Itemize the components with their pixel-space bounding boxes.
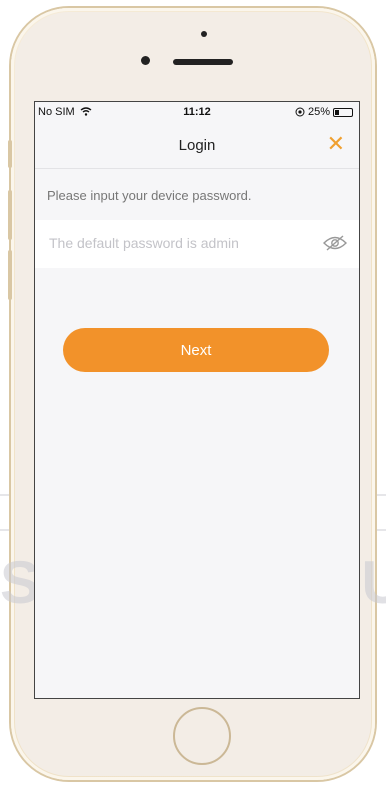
- battery-area: 25%: [295, 106, 353, 118]
- home-button[interactable]: [173, 707, 231, 765]
- mute-switch: [8, 140, 12, 168]
- password-row: [35, 220, 359, 268]
- nav-bar: Login ✕: [35, 124, 359, 169]
- app-screen: No SIM 11:12 25% Login ✕ Please input yo…: [34, 101, 360, 699]
- front-camera: [141, 56, 150, 65]
- battery-percent: 25%: [307, 106, 330, 118]
- password-prompt: Please input your device password.: [47, 188, 252, 203]
- sensor-dot: [201, 31, 207, 37]
- password-input[interactable]: [47, 234, 311, 252]
- location-icon: [295, 107, 305, 117]
- battery-icon: [333, 107, 353, 117]
- page-title: Login: [178, 137, 216, 154]
- close-icon[interactable]: ✕: [327, 133, 345, 155]
- next-button[interactable]: Next: [63, 328, 329, 372]
- volume-down-button: [8, 250, 12, 300]
- eye-hidden-icon[interactable]: [323, 234, 347, 252]
- volume-up-button: [8, 190, 12, 240]
- earpiece-speaker: [173, 59, 233, 65]
- battery-fill: [335, 109, 339, 115]
- status-bar: No SIM 11:12 25%: [35, 102, 359, 124]
